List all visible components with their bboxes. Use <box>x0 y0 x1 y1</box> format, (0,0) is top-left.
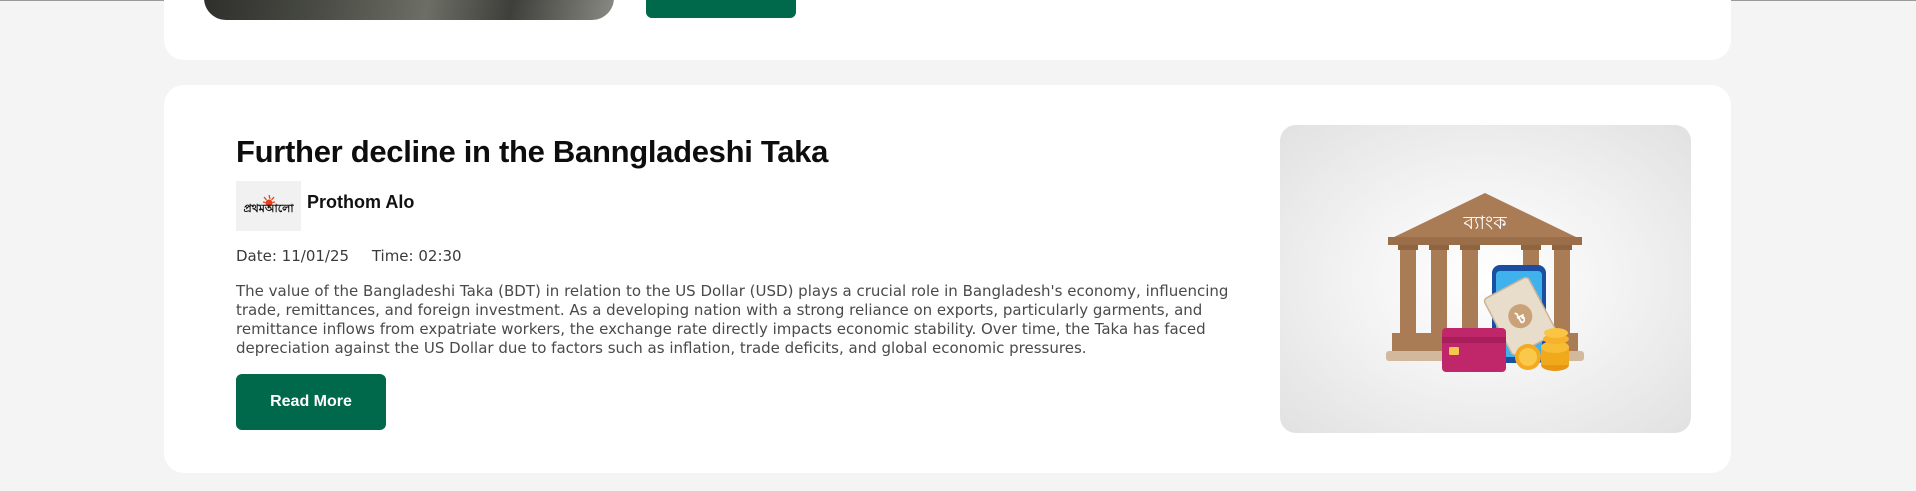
article-description: The value of the Bangladeshi Taka (BDT) … <box>236 282 1229 357</box>
publisher: প্রথমআলো Prothom Alo <box>236 181 414 231</box>
bank-sign-text: ব্যাংক <box>1462 212 1507 234</box>
article-time: Time: 02:30 <box>371 247 462 265</box>
publisher-name[interactable]: Prothom Alo <box>307 192 414 213</box>
bank-illustration-icon: ব্যাংক ৳ <box>1386 193 1584 372</box>
read-more-button[interactable]: Read More <box>236 374 386 430</box>
publisher-logo: প্রথমআলো <box>236 181 301 231</box>
prothom-alo-logo-icon: প্রথমআলো <box>243 194 294 215</box>
previous-read-more-button[interactable] <box>646 0 796 18</box>
news-card: Further decline in the Banngladeshi Taka… <box>164 85 1731 473</box>
article-image[interactable]: ব্যাংক ৳ <box>1280 125 1691 433</box>
previous-news-image <box>204 0 614 20</box>
previous-news-card <box>164 0 1731 60</box>
article-title[interactable]: Further decline in the Banngladeshi Taka <box>236 134 828 170</box>
article-meta: Date: 11/01/25 Time: 02:30 <box>236 247 462 265</box>
article-date: Date: 11/01/25 <box>236 247 350 265</box>
svg-text:প্রথমআলো: প্রথমআলো <box>243 202 294 215</box>
